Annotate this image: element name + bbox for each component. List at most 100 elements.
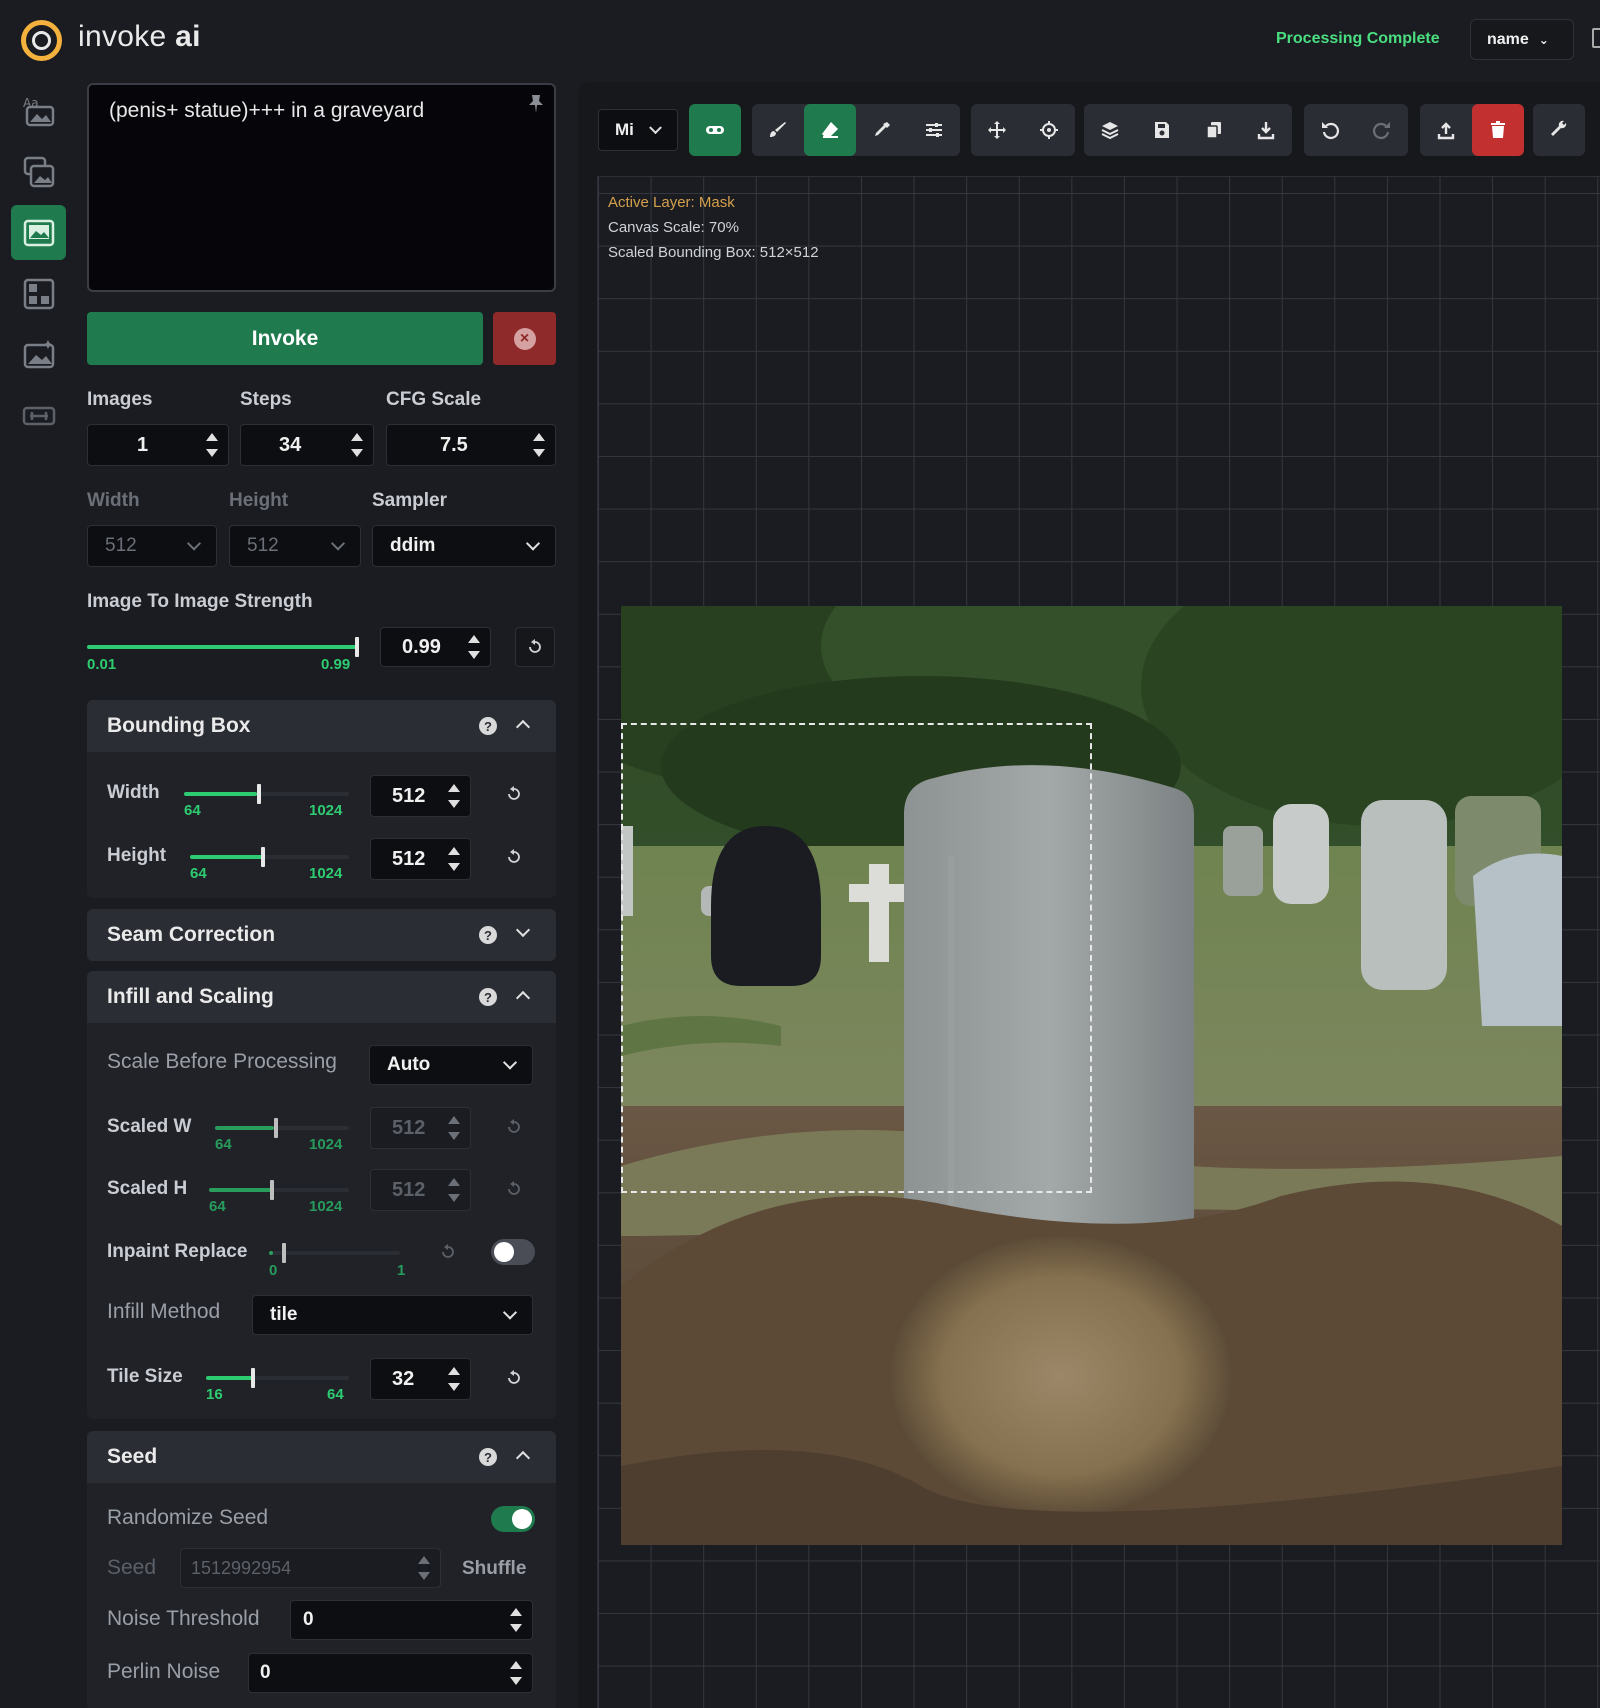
stepper-icon[interactable] <box>468 635 480 659</box>
save-button[interactable] <box>1136 104 1188 156</box>
slider-thumb[interactable] <box>270 1180 274 1200</box>
bbox-width-input[interactable]: 512 <box>370 775 471 817</box>
slider-thumb[interactable] <box>282 1243 286 1263</box>
reset-button[interactable] <box>494 1358 534 1398</box>
steps-input[interactable]: 34 <box>240 424 374 466</box>
stepper-icon[interactable] <box>206 433 218 457</box>
stepper-icon[interactable] <box>448 1367 460 1391</box>
infill-method-select[interactable]: tile <box>252 1295 533 1335</box>
help-icon[interactable]: ? <box>479 988 497 1006</box>
reset-button[interactable] <box>428 1232 468 1272</box>
eraser-button[interactable] <box>804 104 856 156</box>
stepper-icon[interactable] <box>448 847 460 871</box>
move-button[interactable] <box>971 104 1023 156</box>
bounding-box-overlay[interactable] <box>621 723 1092 1193</box>
cfg-scale-input[interactable]: 7.5 <box>386 424 556 466</box>
noise-threshold-label: Noise Threshold <box>107 1607 260 1630</box>
images-input[interactable]: 1 <box>87 424 229 466</box>
tile-size-slider[interactable] <box>206 1368 349 1388</box>
download-button[interactable] <box>1240 104 1292 156</box>
chevron-down-icon[interactable] <box>515 922 531 938</box>
brush-settings-button[interactable] <box>908 104 960 156</box>
stepper-icon[interactable] <box>418 1556 430 1580</box>
image-to-image-tab[interactable] <box>11 144 66 199</box>
stepper-icon[interactable] <box>448 1178 460 1202</box>
tile-size-input[interactable]: 32 <box>370 1358 471 1400</box>
infill-scaling-header[interactable]: Infill and Scaling ? <box>87 971 556 1023</box>
stepper-icon[interactable] <box>448 784 460 808</box>
stepper-icon[interactable] <box>351 433 363 457</box>
clear-canvas-button[interactable] <box>1472 104 1524 156</box>
section-title: Seed <box>107 1445 158 1468</box>
layer-mode-select[interactable]: Mi <box>598 109 678 151</box>
bbox-width-label: Width <box>107 782 160 803</box>
img2img-strength-input[interactable]: 0.99 <box>380 627 491 667</box>
sampler-select[interactable]: ddim <box>372 525 556 567</box>
scaled-h-input[interactable]: 512 <box>370 1169 471 1211</box>
undo-button[interactable] <box>1304 104 1356 156</box>
merge-layers-button[interactable] <box>1084 104 1136 156</box>
inpaint-replace-toggle[interactable] <box>491 1239 535 1265</box>
reset-button[interactable] <box>494 1107 534 1147</box>
slider-thumb[interactable] <box>251 1368 255 1388</box>
chevron-up-icon[interactable] <box>515 990 531 1006</box>
file-tools-group <box>1084 104 1292 156</box>
width-select[interactable]: 512 <box>87 525 217 567</box>
prompt-input[interactable]: (penis+ statue)+++ in a graveyard <box>87 83 556 292</box>
help-icon[interactable]: ? <box>479 1448 497 1466</box>
model-select[interactable]: name ⌄ <box>1470 19 1574 60</box>
seed-input[interactable]: 1512992954 <box>180 1548 441 1588</box>
text-to-image-tab[interactable]: Aa <box>11 83 66 138</box>
randomize-seed-toggle[interactable] <box>491 1506 535 1532</box>
training-tab[interactable] <box>11 388 66 443</box>
slider-thumb[interactable] <box>257 784 261 804</box>
chevron-up-icon[interactable] <box>515 719 531 735</box>
cancel-button[interactable]: × <box>493 312 556 365</box>
upload-button[interactable] <box>1420 104 1472 156</box>
img2img-strength-slider[interactable] <box>87 637 359 657</box>
color-picker-button[interactable] <box>856 104 908 156</box>
stepper-icon[interactable] <box>510 1661 522 1685</box>
reset-button[interactable] <box>494 1169 534 1209</box>
pin-icon[interactable] <box>526 93 546 115</box>
bbox-height-input[interactable]: 512 <box>370 838 471 880</box>
help-icon[interactable]: ? <box>479 926 497 944</box>
seed-header[interactable]: Seed ? <box>87 1431 556 1483</box>
reset-button[interactable] <box>494 774 534 814</box>
canvas-settings-button[interactable] <box>1533 104 1585 156</box>
mask-options-button[interactable] <box>689 104 741 156</box>
noise-threshold-input[interactable]: 0 <box>290 1600 533 1640</box>
slider-thumb[interactable] <box>261 847 265 867</box>
settings-icon[interactable] <box>1592 28 1600 48</box>
scaled-h-slider[interactable] <box>209 1180 349 1200</box>
img2img-strength-label: Image To Image Strength <box>87 591 313 612</box>
nodes-tab[interactable] <box>11 266 66 321</box>
seam-correction-header[interactable]: Seam Correction ? <box>87 909 556 961</box>
stepper-icon[interactable] <box>533 433 545 457</box>
bbox-height-slider[interactable] <box>190 847 349 867</box>
bbox-width-slider[interactable] <box>184 784 349 804</box>
scaled-w-input[interactable]: 512 <box>370 1107 471 1149</box>
reset-button[interactable] <box>494 837 534 877</box>
postprocess-tab[interactable] <box>11 327 66 382</box>
chevron-up-icon[interactable] <box>515 1450 531 1466</box>
perlin-noise-input[interactable]: 0 <box>248 1653 533 1693</box>
stepper-icon[interactable] <box>510 1608 522 1632</box>
unified-canvas-tab[interactable] <box>11 205 66 260</box>
redo-button[interactable] <box>1356 104 1408 156</box>
shuffle-button[interactable]: Shuffle <box>462 1558 526 1580</box>
invoke-button[interactable]: Invoke <box>87 312 483 365</box>
slider-thumb[interactable] <box>274 1118 278 1138</box>
height-select[interactable]: 512 <box>229 525 361 567</box>
scaled-w-slider[interactable] <box>215 1118 349 1138</box>
scale-before-processing-select[interactable]: Auto <box>369 1045 533 1085</box>
slider-thumb[interactable] <box>355 637 359 657</box>
stepper-icon[interactable] <box>448 1116 460 1140</box>
inpaint-replace-slider[interactable] <box>269 1243 400 1263</box>
reset-button[interactable] <box>515 627 555 667</box>
bounding-box-header[interactable]: Bounding Box ? <box>87 700 556 752</box>
reset-view-button[interactable] <box>1023 104 1075 156</box>
brush-button[interactable] <box>752 104 804 156</box>
help-icon[interactable]: ? <box>479 717 497 735</box>
copy-button[interactable] <box>1188 104 1240 156</box>
